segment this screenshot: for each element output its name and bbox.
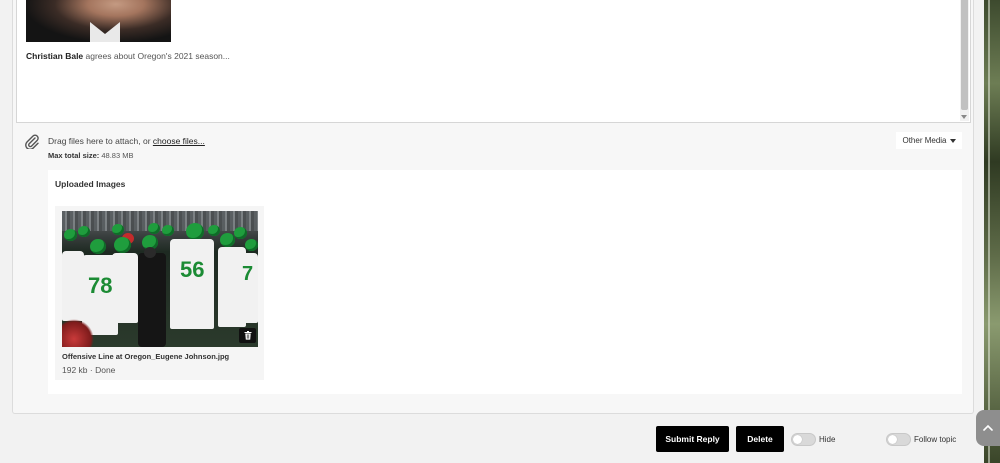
file-name: Offensive Line at Oregon_Eugene Johnson.… — [62, 352, 230, 361]
max-size-info: Max total size: 48.83 MB — [48, 151, 133, 160]
paperclip-icon — [24, 133, 40, 154]
file-meta: 192 kb · Done — [62, 365, 116, 375]
jersey-number: 78 — [88, 273, 113, 298]
scroll-to-top-button[interactable] — [976, 410, 1000, 446]
hide-label: Hide — [819, 435, 836, 444]
delete-button[interactable]: Delete — [736, 426, 784, 452]
quote-author: Christian Bale — [26, 51, 84, 61]
jersey-number: 56 — [180, 257, 205, 282]
page-background-edge — [984, 0, 1000, 463]
quote-caption: Christian Bale agrees about Oregon's 202… — [26, 51, 230, 61]
quote-body: agrees about Oregon's 2021 season... — [83, 51, 230, 61]
caret-down-icon — [949, 138, 956, 143]
uploaded-image-card: 78 56 7 Offensive Line at Oregon_Eugene … — [55, 206, 264, 380]
uploaded-images-title: Uploaded Images — [55, 179, 126, 189]
quoted-image-christian-bale — [26, 0, 171, 42]
editor-scrollbar[interactable] — [960, 0, 969, 121]
follow-topic-label: Follow topic — [914, 435, 957, 444]
max-size-label: Max total size: — [48, 151, 100, 160]
jersey-number: 7 — [242, 263, 254, 285]
chevron-up-icon — [983, 424, 993, 431]
reply-editor[interactable]: Christian Bale agrees about Oregon's 202… — [16, 0, 971, 123]
uploaded-images-panel: Uploaded Images 78 56 7 Offensive Line a… — [48, 170, 962, 394]
delete-image-button[interactable] — [239, 328, 256, 343]
other-media-label: Other Media — [902, 136, 947, 145]
choose-files-link[interactable]: choose files... — [153, 136, 205, 146]
other-media-dropdown[interactable]: Other Media — [896, 132, 962, 149]
scrollbar-thumb[interactable] — [961, 0, 968, 110]
trash-icon — [244, 331, 251, 340]
uploaded-image-thumbnail[interactable]: 78 56 7 — [62, 211, 258, 347]
follow-topic-toggle[interactable] — [886, 433, 911, 446]
max-size-value: 48.83 MB — [99, 151, 134, 160]
scroll-down-arrow-icon[interactable] — [961, 115, 967, 119]
drag-text: Drag files here to attach, or — [48, 136, 153, 146]
hide-toggle[interactable] — [791, 433, 816, 446]
attach-instructions: Drag files here to attach, or choose fil… — [48, 136, 205, 146]
submit-reply-button[interactable]: Submit Reply — [656, 426, 729, 452]
